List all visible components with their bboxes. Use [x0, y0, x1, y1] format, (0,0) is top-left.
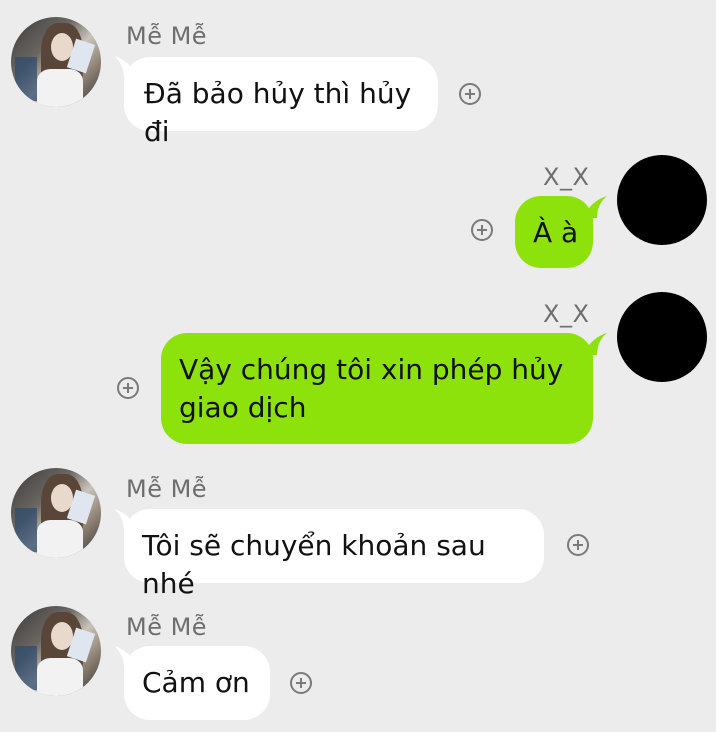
- message-bubble[interactable]: Tôi sẽ chuyển khoản sau nhé: [124, 509, 544, 600]
- avatar[interactable]: [11, 468, 101, 558]
- avatar[interactable]: [11, 606, 101, 696]
- message-bubble[interactable]: Vậy chúng tôi xin phép hủy giao dịch: [161, 333, 593, 444]
- sender-name: X_X: [543, 163, 590, 191]
- add-reaction-icon[interactable]: [471, 219, 493, 241]
- avatar[interactable]: [617, 292, 707, 382]
- chat-window: Mễ Mễ Đã bảo hủy thì hủy đi X_X À à X_X …: [0, 0, 716, 732]
- add-reaction-icon[interactable]: [459, 83, 481, 105]
- sender-name: Mễ Mễ: [126, 613, 208, 641]
- sender-name: Mễ Mễ: [126, 475, 208, 503]
- sender-name: Mễ Mễ: [126, 22, 208, 50]
- message-bubble[interactable]: Cảm ơn: [124, 646, 270, 720]
- add-reaction-icon[interactable]: [117, 377, 139, 399]
- avatar[interactable]: [617, 155, 707, 245]
- message-text: Cảm ơn: [142, 666, 250, 699]
- sender-name: X_X: [543, 300, 590, 328]
- avatar[interactable]: [11, 17, 101, 107]
- message-text: Vậy chúng tôi xin phép hủy giao dịch: [179, 353, 564, 424]
- message-text: Đã bảo hủy thì hủy đi: [144, 77, 412, 148]
- message-bubble[interactable]: Đã bảo hủy thì hủy đi: [124, 57, 438, 148]
- message-text: À à: [533, 216, 579, 249]
- add-reaction-icon[interactable]: [567, 534, 589, 556]
- message-bubble[interactable]: À à: [515, 196, 593, 268]
- message-text: Tôi sẽ chuyển khoản sau nhé: [142, 529, 486, 600]
- add-reaction-icon[interactable]: [290, 672, 312, 694]
